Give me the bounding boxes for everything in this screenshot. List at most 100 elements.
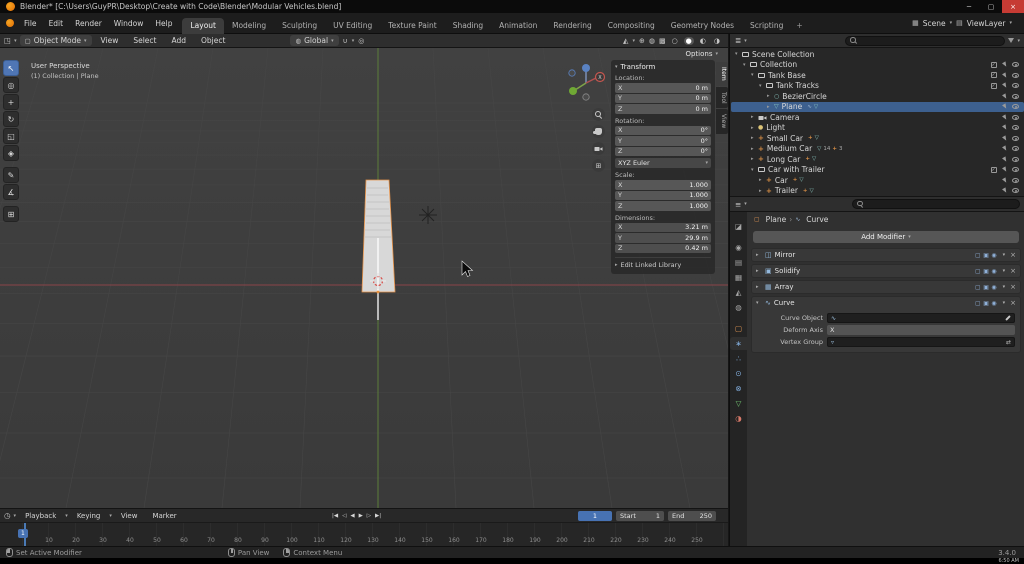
- modifier-name[interactable]: Array: [775, 283, 794, 291]
- visibility-eye-icon[interactable]: [1012, 104, 1019, 110]
- menu-file[interactable]: File: [18, 19, 43, 28]
- modifier-name[interactable]: Curve: [774, 299, 795, 307]
- zoom-button[interactable]: [592, 108, 605, 121]
- outliner-search-input[interactable]: [845, 35, 1006, 46]
- modifier-header[interactable]: ▾ ∿ Curve ▢ ▣ ◉ ▾ ×: [752, 297, 1020, 309]
- rotation-z-field[interactable]: Z 0°: [615, 146, 711, 156]
- exclude-checkbox[interactable]: ✓: [990, 82, 997, 89]
- tab-object-data[interactable]: ▽: [730, 397, 747, 410]
- menu-window[interactable]: Window: [108, 19, 150, 28]
- tab-tool[interactable]: ◪: [730, 220, 747, 233]
- play-button[interactable]: ▶: [359, 513, 363, 519]
- workspace-tab-sculpting[interactable]: Sculpting: [274, 18, 325, 34]
- viewport-3d[interactable]: ↖ ◎ + ↻ ◱ ◈ ✎ ∡ ⊞ User Perspective (1) C…: [0, 48, 728, 508]
- visibility-eye-icon[interactable]: [1012, 135, 1019, 141]
- visibility-eye-icon[interactable]: [1012, 72, 1019, 78]
- expand-arrow-icon[interactable]: ▸: [767, 93, 774, 99]
- outliner-row-collection[interactable]: ▾ Collection ✓: [731, 60, 1024, 71]
- jump-to-end-button[interactable]: ▶|: [375, 513, 381, 519]
- modifier-name[interactable]: Solidify: [775, 267, 801, 275]
- dimensions-y-field[interactable]: Y 29.9 m: [615, 233, 711, 243]
- tab-physics[interactable]: ⊙: [730, 367, 747, 380]
- filter-icon[interactable]: [1008, 38, 1015, 43]
- visibility-eye-icon[interactable]: [1012, 146, 1019, 152]
- workspace-tab-compositing[interactable]: Compositing: [600, 18, 663, 34]
- proportional-edit-icon[interactable]: ◎: [358, 37, 364, 45]
- shading-material-icon[interactable]: ◐: [698, 37, 708, 45]
- menu-view[interactable]: View: [95, 36, 125, 45]
- visibility-eye-icon[interactable]: [1012, 62, 1019, 68]
- expand-arrow-icon[interactable]: ▸: [756, 284, 762, 290]
- tab-particles[interactable]: ∴: [730, 352, 747, 365]
- outliner-row-beziercircle[interactable]: ▸ ○ BezierCircle: [731, 91, 1024, 102]
- tab-constraints[interactable]: ⊗: [730, 382, 747, 395]
- workspace-tab-shading[interactable]: Shading: [445, 18, 491, 34]
- selectable-toggle-icon[interactable]: [1001, 82, 1008, 89]
- selectable-toggle-icon[interactable]: [1001, 166, 1008, 173]
- selectable-toggle-icon[interactable]: [1001, 114, 1008, 121]
- selectable-toggle-icon[interactable]: [1001, 177, 1008, 184]
- add-workspace-button[interactable]: +: [791, 18, 807, 34]
- selectable-toggle-icon[interactable]: [1001, 124, 1008, 131]
- modifier-header[interactable]: ▸ ▣ Solidify ▢ ▣ ◉ ▾ ×: [752, 265, 1020, 277]
- visibility-eye-icon[interactable]: [1012, 167, 1019, 173]
- gizmo-z-axis[interactable]: [582, 64, 590, 72]
- cursor-tool[interactable]: ◎: [3, 77, 19, 93]
- selectable-toggle-icon[interactable]: [1001, 145, 1008, 152]
- modifier-delete-icon[interactable]: ×: [1010, 251, 1016, 259]
- toggle-xray-icon[interactable]: ▩: [659, 37, 666, 45]
- tab-view-layer[interactable]: ▦: [730, 271, 747, 284]
- gizmo-y-axis[interactable]: [569, 87, 577, 95]
- edit-mode-toggle-icon[interactable]: ▢: [975, 284, 981, 291]
- scale-x-field[interactable]: X 1.000: [615, 180, 711, 190]
- outliner-editor-type-icon[interactable]: ≣: [735, 36, 741, 45]
- jump-to-start-button[interactable]: |◀: [332, 513, 338, 519]
- modifier-extras-icon[interactable]: ▾: [1003, 268, 1006, 274]
- location-x-field[interactable]: X0 m: [615, 83, 711, 93]
- pan-button[interactable]: [592, 125, 605, 138]
- exclude-checkbox[interactable]: ✓: [990, 166, 997, 173]
- workspace-tab-animation[interactable]: Animation: [491, 18, 545, 34]
- toggle-perspective-button[interactable]: ⊞: [592, 159, 605, 172]
- dimensions-z-field[interactable]: Z 0.42 m: [615, 243, 711, 253]
- gizmo-neg-z-axis[interactable]: [582, 93, 590, 101]
- outliner-row-plane[interactable]: ▸ ▽ Plane ∿ ▽: [731, 101, 1024, 112]
- rotation-y-field[interactable]: Y 0°: [615, 136, 711, 146]
- expand-arrow-icon[interactable]: ▾: [751, 72, 758, 78]
- viewport-editor-type-icon[interactable]: ◳: [4, 36, 11, 45]
- prev-keyframe-button[interactable]: ◁: [342, 513, 346, 519]
- outliner-row-scene-collection[interactable]: ▾ Scene Collection: [731, 49, 1024, 60]
- sidebar-tab-item[interactable]: Item: [716, 62, 728, 86]
- expand-arrow-icon[interactable]: ▸: [751, 114, 758, 120]
- show-gizmo-icon[interactable]: ⊕: [639, 37, 645, 45]
- outliner-row-camera[interactable]: ▸ Camera: [731, 112, 1024, 123]
- expand-arrow-icon[interactable]: ▾: [759, 83, 766, 89]
- visibility-eye-icon[interactable]: [1012, 114, 1019, 120]
- options-popover[interactable]: Options ▾: [685, 50, 718, 58]
- modifier-delete-icon[interactable]: ×: [1010, 299, 1016, 307]
- shading-solid-icon[interactable]: ●: [683, 36, 694, 45]
- exclude-checkbox[interactable]: ✓: [990, 72, 997, 79]
- realtime-toggle-icon[interactable]: ▣: [983, 284, 989, 291]
- expand-arrow-icon[interactable]: ▸: [751, 146, 758, 152]
- scale-tool[interactable]: ◱: [3, 128, 19, 144]
- expand-arrow-icon[interactable]: ▾: [751, 167, 758, 173]
- outliner-row-small-car[interactable]: ▸ + Small Car + ▽: [731, 133, 1024, 144]
- menu-keying[interactable]: Keying: [71, 512, 107, 520]
- selectable-toggle-icon[interactable]: [1001, 61, 1008, 68]
- move-tool[interactable]: +: [3, 94, 19, 110]
- visibility-eye-icon[interactable]: [1012, 188, 1019, 194]
- rotation-x-field[interactable]: X 0°: [615, 125, 711, 135]
- expand-arrow-icon[interactable]: ▸: [756, 268, 762, 274]
- workspace-tab-layout[interactable]: Layout: [182, 17, 224, 34]
- exclude-checkbox[interactable]: ✓: [990, 61, 997, 68]
- modifier-extras-icon[interactable]: ▾: [1003, 284, 1006, 290]
- annotate-tool[interactable]: ✎: [3, 167, 19, 183]
- eyedropper-icon[interactable]: [1005, 315, 1011, 321]
- workspace-tab-scripting[interactable]: Scripting: [742, 18, 791, 34]
- workspace-tab-modeling[interactable]: Modeling: [224, 18, 274, 34]
- modifier-extras-icon[interactable]: ▾: [1003, 252, 1006, 258]
- outliner-row-car[interactable]: ▸ + Car + ▽: [731, 175, 1024, 186]
- outliner-row-trailer[interactable]: ▸ + Trailer + ▽: [731, 186, 1024, 197]
- selectable-toggle-icon[interactable]: [1001, 103, 1008, 110]
